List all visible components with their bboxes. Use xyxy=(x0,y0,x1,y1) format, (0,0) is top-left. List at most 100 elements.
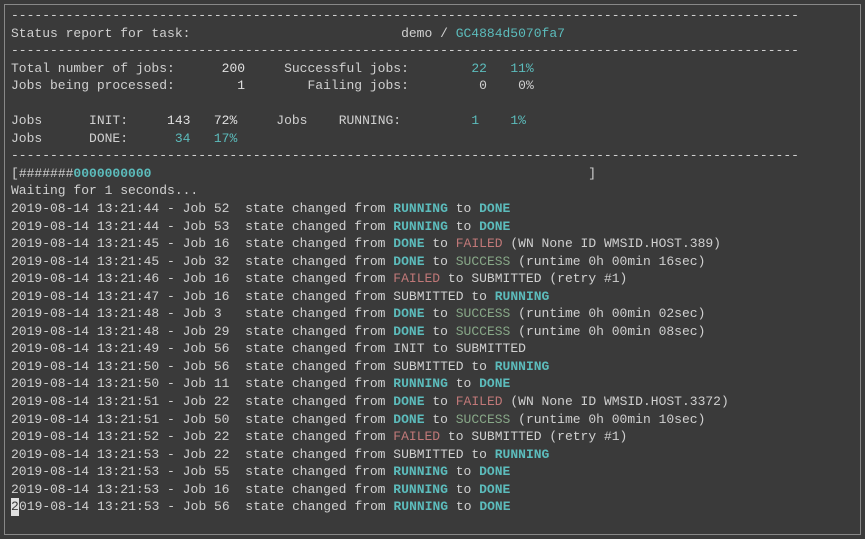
log-extra: (runtime 0h 00min 16sec) xyxy=(510,254,705,269)
stats-row-1: Total number of jobs: 200 Successful job… xyxy=(11,60,854,78)
log-line: 2019-08-14 13:21:45 - Job 16 state chang… xyxy=(11,235,854,253)
cursor-icon: 2 xyxy=(11,498,19,516)
done-value: 34 xyxy=(175,131,191,146)
waiting-line: Waiting for 1 seconds... xyxy=(11,182,854,200)
failing-pct: 0% xyxy=(518,78,534,93)
task-name: demo xyxy=(401,26,432,41)
log-line: 2019-08-14 13:21:50 - Job 11 state chang… xyxy=(11,375,854,393)
log-to-state: DONE xyxy=(479,499,510,514)
init-value: 143 xyxy=(167,113,190,128)
log-job-id: 16 xyxy=(214,236,245,251)
log-job-id: 11 xyxy=(214,376,245,391)
log-from-state: DONE xyxy=(393,394,424,409)
log-from-state: SUBMITTED xyxy=(393,447,463,462)
log-from-state: SUBMITTED xyxy=(393,289,463,304)
log-line: 2019-08-14 13:21:45 - Job 32 state chang… xyxy=(11,253,854,271)
log-line: 2019-08-14 13:21:51 - Job 22 state chang… xyxy=(11,393,854,411)
log-job-id: 52 xyxy=(214,201,245,216)
log-to-state: SUCCESS xyxy=(456,254,511,269)
running-value: 1 xyxy=(471,113,479,128)
log-from-state: RUNNING xyxy=(393,464,448,479)
divider-top: ----------------------------------------… xyxy=(11,7,854,25)
log-from-state: FAILED xyxy=(393,271,440,286)
processing-value: 1 xyxy=(237,78,245,93)
log-line: 2019-08-14 13:21:52 - Job 22 state chang… xyxy=(11,428,854,446)
log-timestamp: 2019-08-14 13:21:51 xyxy=(11,412,159,427)
log-job-id: 50 xyxy=(214,412,245,427)
log-timestamp: 2019-08-14 13:21:51 xyxy=(11,394,159,409)
log-timestamp: 2019-08-14 13:21:48 xyxy=(11,324,159,339)
log-extra: (WN None ID WMSID.HOST.3372) xyxy=(503,394,729,409)
terminal-window: ----------------------------------------… xyxy=(4,4,861,535)
log-from-state: RUNNING xyxy=(393,201,448,216)
log-from-state: DONE xyxy=(393,306,424,321)
log-timestamp: 2019-08-14 13:21:47 xyxy=(11,289,159,304)
init-pct: 72% xyxy=(214,113,237,128)
log-from-state: RUNNING xyxy=(393,376,448,391)
log-job-id: 16 xyxy=(214,482,245,497)
log-job-id: 3 xyxy=(214,306,245,321)
log-from-state: RUNNING xyxy=(394,499,449,514)
log-timestamp: 019-08-14 13:21:53 xyxy=(19,499,159,514)
progress-bar: [#######0000000000 ] xyxy=(11,165,854,183)
log-to-state: SUCCESS xyxy=(456,412,511,427)
log-container: 2019-08-14 13:21:44 - Job 52 state chang… xyxy=(11,200,854,516)
log-extra: (WN None ID WMSID.HOST.389) xyxy=(503,236,721,251)
log-to-state: SUCCESS xyxy=(456,306,511,321)
log-from-state: DONE xyxy=(393,412,424,427)
log-timestamp: 2019-08-14 13:21:50 xyxy=(11,376,159,391)
successful-value: 22 xyxy=(471,61,487,76)
divider-1: ----------------------------------------… xyxy=(11,42,854,60)
failing-value: 0 xyxy=(479,78,487,93)
progress-hash: ####### xyxy=(19,166,74,181)
log-line: 2019-08-14 13:21:46 - Job 16 state chang… xyxy=(11,270,854,288)
init-label: Jobs INIT: xyxy=(11,113,128,128)
log-timestamp: 2019-08-14 13:21:44 xyxy=(11,219,159,234)
total-label: Total number of jobs: xyxy=(11,61,175,76)
log-job-id: 16 xyxy=(214,289,245,304)
processing-label: Jobs being processed: xyxy=(11,78,175,93)
log-to-state: FAILED xyxy=(456,394,503,409)
log-to-state: DONE xyxy=(479,376,510,391)
done-label: Jobs DONE: xyxy=(11,131,128,146)
log-line: 2019-08-14 13:21:53 - Job 55 state chang… xyxy=(11,463,854,481)
log-to-state: SUBMITTED xyxy=(456,341,526,356)
log-from-state: DONE xyxy=(393,254,424,269)
task-header: Status report for task: demo / GC4884d50… xyxy=(11,25,854,43)
log-extra: (retry #1) xyxy=(542,429,628,444)
log-job-id: 22 xyxy=(214,429,245,444)
log-to-state: DONE xyxy=(479,464,510,479)
log-to-state: FAILED xyxy=(456,236,503,251)
log-job-id: 56 xyxy=(214,499,245,514)
log-timestamp: 2019-08-14 13:21:44 xyxy=(11,201,159,216)
log-to-state: SUCCESS xyxy=(456,324,511,339)
total-value: 200 xyxy=(222,61,245,76)
log-from-state: RUNNING xyxy=(393,482,448,497)
progress-zeros: 0000000000 xyxy=(73,166,151,181)
failing-label: Failing jobs: xyxy=(307,78,408,93)
log-extra: (runtime 0h 00min 10sec) xyxy=(510,412,705,427)
log-from-state: INIT xyxy=(393,341,424,356)
log-job-id: 29 xyxy=(214,324,245,339)
log-to-state: RUNNING xyxy=(495,289,550,304)
stats-row-4: Jobs DONE: 34 17% xyxy=(11,130,854,148)
log-job-id: 16 xyxy=(214,271,245,286)
running-label: Jobs RUNNING: xyxy=(276,113,401,128)
divider-2: ----------------------------------------… xyxy=(11,147,854,165)
log-to-state: DONE xyxy=(479,482,510,497)
log-line: 2019-08-14 13:21:48 - Job 3 state change… xyxy=(11,305,854,323)
running-pct: 1% xyxy=(510,113,526,128)
log-line: 2019-08-14 13:21:47 - Job 16 state chang… xyxy=(11,288,854,306)
log-timestamp: 2019-08-14 13:21:45 xyxy=(11,254,159,269)
log-to-state: DONE xyxy=(479,219,510,234)
log-job-id: 32 xyxy=(214,254,245,269)
log-line: 2019-08-14 13:21:53 - Job 22 state chang… xyxy=(11,446,854,464)
log-extra: (runtime 0h 00min 02sec) xyxy=(510,306,705,321)
log-line: 2019-08-14 13:21:44 - Job 52 state chang… xyxy=(11,200,854,218)
log-job-id: 22 xyxy=(214,394,245,409)
stats-row-2: Jobs being processed: 1 Failing jobs: 0 … xyxy=(11,77,854,95)
log-job-id: 53 xyxy=(214,219,245,234)
log-from-state: DONE xyxy=(393,324,424,339)
log-extra: (retry #1) xyxy=(542,271,628,286)
log-timestamp: 2019-08-14 13:21:53 xyxy=(11,464,159,479)
